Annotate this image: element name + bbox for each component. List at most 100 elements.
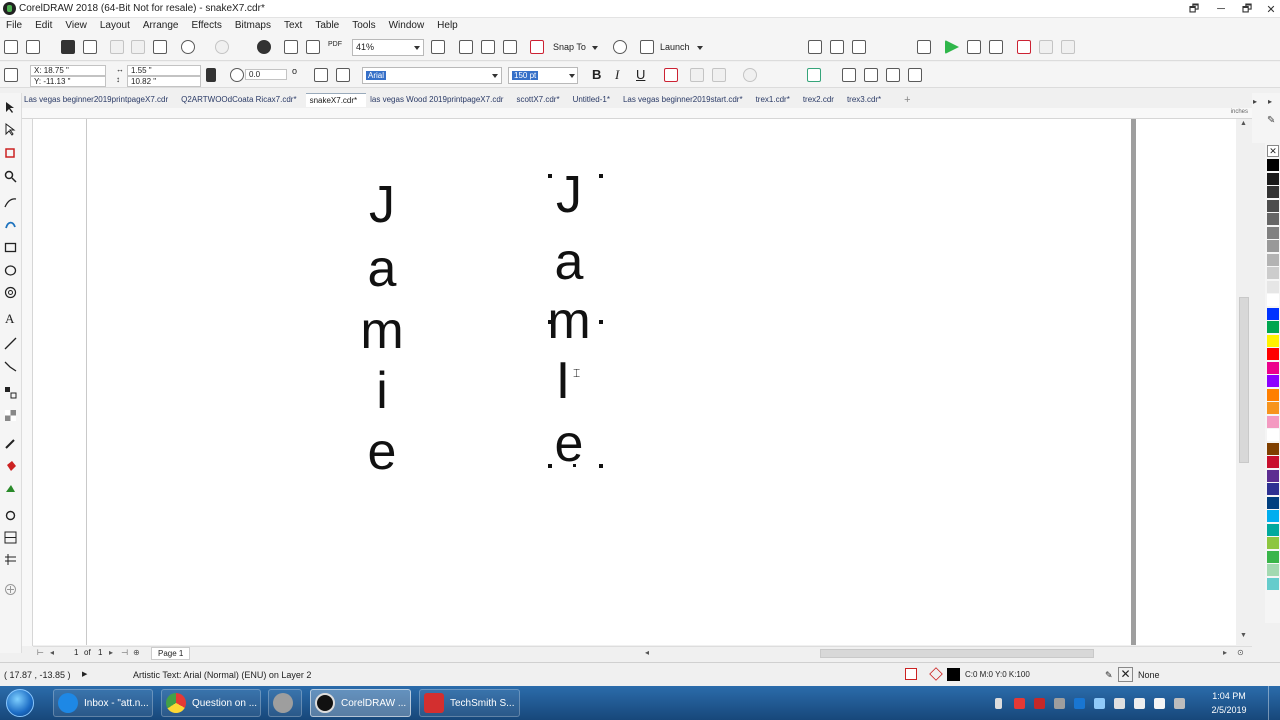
color-swatch[interactable]: [1267, 388, 1279, 401]
tab-page-1[interactable]: Page 1: [151, 647, 191, 660]
color-swatch[interactable]: [1267, 226, 1279, 239]
color-swatch[interactable]: [1267, 321, 1279, 333]
copy-icon[interactable]: [131, 40, 145, 54]
color-swatch[interactable]: [1267, 469, 1279, 482]
tab-document-1[interactable]: Las vegas beginner2019printpageX7.cdr: [20, 93, 177, 107]
eyedropper-tool-icon[interactable]: [4, 437, 17, 450]
full-screen-icon[interactable]: [431, 40, 445, 54]
horizontal-scroll-thumb[interactable]: [820, 649, 1094, 658]
previous-page-icon[interactable]: ◂: [50, 648, 54, 657]
quick-customize-icon[interactable]: [4, 583, 17, 596]
tab-document-5[interactable]: scottX7.cdr*: [512, 93, 568, 107]
clock-time[interactable]: 1:04 PM: [1204, 691, 1254, 701]
expand-status-icon[interactable]: ▶: [82, 670, 87, 678]
minimize-button[interactable]: ─: [1208, 0, 1234, 18]
horizontal-text-icon[interactable]: [886, 68, 900, 82]
text-align-icon[interactable]: [664, 68, 678, 82]
tab-document-active[interactable]: snakeX7.cdr*: [305, 93, 367, 107]
tray-app-icon[interactable]: [1014, 698, 1025, 709]
record-macro-icon[interactable]: [1017, 40, 1031, 54]
text-letter[interactable]: a: [352, 243, 412, 295]
numbered-list-icon[interactable]: [712, 68, 726, 82]
selection-handle[interactable]: [548, 320, 552, 324]
selection-handle[interactable]: [573, 464, 576, 467]
selection-handle[interactable]: [599, 464, 603, 468]
color-proof-icon[interactable]: [905, 668, 917, 680]
menu-layout[interactable]: Layout: [98, 18, 135, 35]
font-size-dropdown[interactable]: 150 pt: [508, 67, 578, 84]
color-swatch[interactable]: [1267, 577, 1279, 590]
new-document-icon[interactable]: [4, 40, 18, 54]
tab-document-4[interactable]: las vegas Wood 2019printpageX7.cdr: [366, 93, 512, 107]
selected-text-letter[interactable]: e: [539, 418, 599, 470]
color-swatch[interactable]: [1267, 199, 1279, 212]
cut-icon[interactable]: [110, 40, 124, 54]
launch-dropdown[interactable]: Launch: [660, 42, 690, 52]
taskbar-item-mail[interactable]: Inbox - "att.n...: [53, 689, 153, 717]
menu-edit[interactable]: Edit: [33, 18, 57, 35]
windows-start-icon[interactable]: [6, 689, 34, 717]
color-swatch[interactable]: [1267, 415, 1279, 428]
horizontal-ruler[interactable]: inches: [22, 108, 1252, 119]
save-icon[interactable]: [61, 40, 75, 54]
outline-pen-status-icon[interactable]: ✎: [1105, 670, 1113, 681]
crop-tool-icon[interactable]: [4, 147, 17, 160]
tray-app-icon[interactable]: [1034, 698, 1045, 709]
taskbar-item-chrome[interactable]: Question on ...: [161, 689, 261, 717]
color-swatch[interactable]: [1267, 267, 1279, 279]
tab-document-6[interactable]: Untitled-1*: [569, 93, 619, 107]
bold-button[interactable]: B: [592, 67, 601, 82]
rectangle-tool-icon[interactable]: [4, 241, 17, 254]
taskbar-item-coreldraw[interactable]: CorelDRAW ...: [310, 689, 411, 717]
tab-document-8[interactable]: trex1.cdr*: [752, 93, 799, 107]
paste-icon[interactable]: [153, 40, 167, 54]
x-position-field[interactable]: X: 18.75 ": [30, 65, 106, 76]
color-swatch[interactable]: [1267, 159, 1279, 171]
rotation-angle-field[interactable]: 0.0: [245, 69, 287, 80]
taskbar-item-app[interactable]: [268, 689, 302, 717]
menu-bitmaps[interactable]: Bitmaps: [233, 18, 276, 35]
selection-handle[interactable]: [548, 174, 552, 178]
menu-text[interactable]: Text: [282, 18, 307, 35]
publish-pdf-label[interactable]: PDF: [328, 41, 342, 48]
redo-icon[interactable]: [215, 40, 229, 54]
ellipse-tool-icon[interactable]: [4, 264, 17, 277]
selection-handle[interactable]: [599, 174, 603, 178]
edit-text-icon[interactable]: [842, 68, 856, 82]
color-swatch[interactable]: [1267, 240, 1279, 252]
object-origin-icon[interactable]: [4, 68, 18, 82]
color-swatch[interactable]: [1267, 442, 1279, 455]
scroll-up-icon[interactable]: ▲: [1240, 120, 1247, 127]
color-swatch[interactable]: [1267, 550, 1279, 563]
tray-app-icon[interactable]: [1074, 698, 1085, 709]
add-page-icon[interactable]: ⊕: [133, 648, 140, 657]
menu-window[interactable]: Window: [387, 18, 430, 35]
scroll-down-icon[interactable]: ▼: [1240, 632, 1247, 639]
network-icon[interactable]: [1134, 698, 1145, 709]
color-swatch[interactable]: [1267, 456, 1279, 468]
color-swatch[interactable]: [1267, 361, 1279, 374]
pause-macro-icon[interactable]: [1039, 40, 1053, 54]
close-button[interactable]: ✕: [1258, 0, 1280, 18]
lock-ratio-icon[interactable]: [206, 68, 216, 82]
text-letter[interactable]: J: [352, 179, 412, 231]
spell-check-icon[interactable]: [830, 40, 844, 54]
last-page-icon[interactable]: ⊣: [121, 648, 128, 657]
zoom-tool-icon[interactable]: [4, 170, 17, 183]
height-field[interactable]: 10.82 ": [127, 76, 201, 87]
vertical-scroll-thumb[interactable]: [1239, 297, 1249, 463]
scroll-right-icon[interactable]: ▸: [1223, 648, 1227, 657]
taskbar-item-techsmith[interactable]: TechSmith S...: [419, 689, 520, 717]
transparency-tool-icon[interactable]: [4, 409, 17, 422]
color-swatch[interactable]: [1267, 429, 1279, 441]
mesh-fill-tool-icon[interactable]: [4, 553, 17, 566]
menu-table[interactable]: Table: [313, 18, 344, 35]
menu-arrange[interactable]: Arrange: [141, 18, 184, 35]
font-list-dropdown[interactable]: Arial: [362, 67, 502, 84]
color-swatch[interactable]: [1267, 294, 1279, 306]
scroll-left-icon[interactable]: ◂: [645, 648, 649, 657]
text-letter[interactable]: m: [352, 305, 412, 357]
show-rulers-icon[interactable]: [459, 40, 473, 54]
menu-effects[interactable]: Effects: [189, 18, 226, 35]
pick-tool-icon[interactable]: [4, 101, 17, 114]
